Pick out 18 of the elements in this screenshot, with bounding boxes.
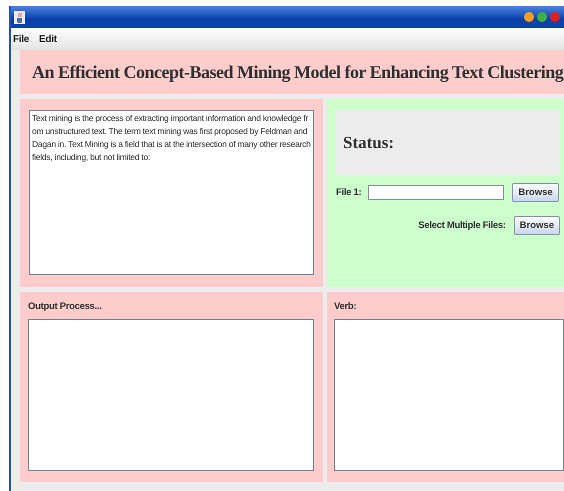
browse-button[interactable]: Browse [512, 183, 559, 202]
menu-item[interactable]: File [13, 34, 30, 44]
app-title: An Efficient Concept-Based Mining Model for Enhancing Text Clustering [32, 62, 564, 82]
file-label: File 1: [336, 187, 362, 198]
text-area[interactable]: Text mining is the process of extracting important information and knowledge from unstructured text. The term text mining was first proposed by Feldman and Dagan in. Text Mining is a field that is at the intersection of many other research fields, including, but not limited to: [29, 110, 314, 275]
verb-label: Verb: [334, 301, 358, 312]
java-cup-icon [14, 10, 25, 24]
file-path-field[interactable] [368, 185, 504, 200]
multiple-files-label: Select Multiple Files: [418, 220, 506, 231]
menu-item[interactable]: Edit [39, 34, 57, 44]
output-label: Output Process... [28, 301, 103, 312]
minimize-icon[interactable] [524, 12, 534, 22]
output-area[interactable] [28, 319, 314, 471]
close-icon[interactable] [550, 12, 560, 22]
verb-area[interactable] [334, 319, 564, 471]
browse-button[interactable]: Browse [514, 216, 560, 235]
status-label: Status: [343, 132, 394, 152]
maximize-icon[interactable] [537, 12, 547, 22]
